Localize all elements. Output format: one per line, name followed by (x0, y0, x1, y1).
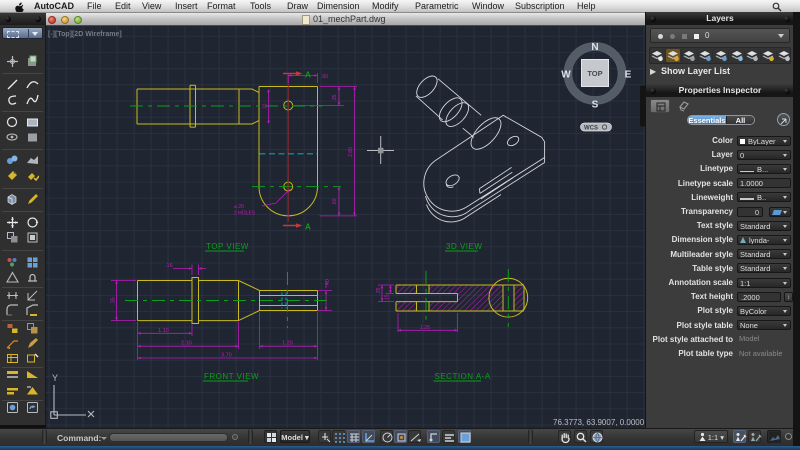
svg-text:A: A (305, 223, 311, 232)
svg-text:.60: .60 (321, 74, 328, 80)
svg-text:76.3773, 63.9007, 0.0000: 76.3773, 63.9007, 0.0000 (553, 418, 645, 427)
svg-text:2 HOLES: 2 HOLES (234, 211, 256, 217)
svg-text:.70: .70 (263, 103, 269, 110)
svg-text:.40: .40 (325, 279, 331, 287)
svg-text:3D VIEW: 3D VIEW (446, 242, 482, 251)
svg-text:W: W (561, 70, 571, 81)
svg-text:[-][Top][2D Wireframe]: [-][Top][2D Wireframe] (48, 31, 122, 38)
svg-text:.16: .16 (165, 263, 173, 269)
svg-text:3.70: 3.70 (221, 353, 232, 359)
svg-text:A: A (305, 71, 311, 80)
svg-text:S: S (592, 100, 599, 111)
svg-text:E: E (625, 70, 632, 81)
svg-text:.15: .15 (385, 294, 391, 301)
svg-text:TOP VIEW: TOP VIEW (206, 242, 249, 251)
svg-text:1.10: 1.10 (158, 328, 169, 334)
svg-text:.35: .35 (111, 297, 117, 305)
svg-text:.35: .35 (376, 287, 382, 294)
svg-text:N: N (591, 42, 598, 53)
svg-text:.60: .60 (332, 198, 338, 205)
svg-text:.35: .35 (332, 94, 338, 101)
svg-text:WCS: WCS (584, 125, 598, 131)
svg-text:FRONT VIEW: FRONT VIEW (204, 372, 259, 381)
svg-text:SECTION A-A: SECTION A-A (435, 372, 491, 381)
svg-text:Y: Y (52, 373, 58, 383)
svg-text:TOP: TOP (587, 69, 602, 78)
svg-text:2.10: 2.10 (181, 341, 192, 347)
svg-text:1.20: 1.20 (282, 341, 293, 347)
svg-text:2.80: 2.80 (348, 147, 354, 157)
svg-text:⌀.20: ⌀.20 (234, 204, 244, 210)
svg-text:1.25: 1.25 (420, 325, 430, 331)
